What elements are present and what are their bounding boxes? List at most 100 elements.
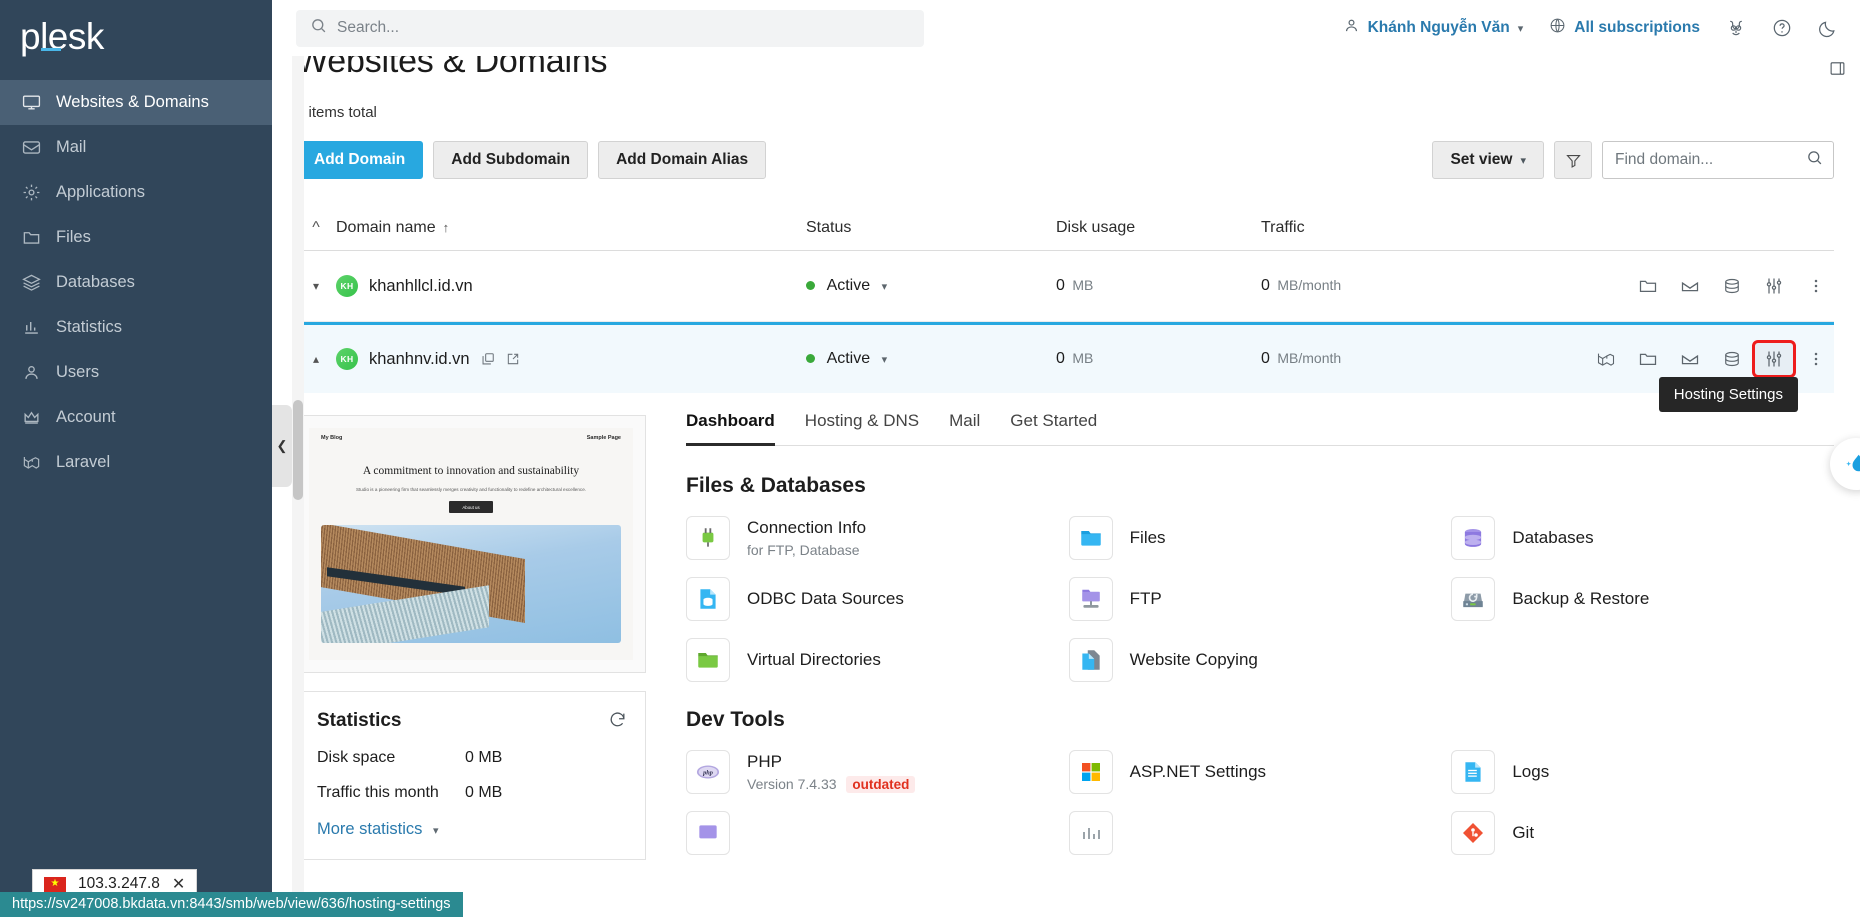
website-preview-thumbnail[interactable]: My Blog Sample Page A commitment to inno…: [296, 415, 646, 673]
more-statistics-link[interactable]: More statistics ▾: [317, 820, 625, 839]
sliders-icon[interactable]: [1764, 276, 1784, 296]
stat-row-traffic: Traffic this month 0 MB: [317, 784, 625, 802]
open-external-icon[interactable]: [506, 352, 520, 366]
add-domain-alias-button[interactable]: Add Domain Alias: [598, 141, 767, 179]
tab-mail[interactable]: Mail: [949, 411, 980, 446]
add-domain-button[interactable]: Add Domain: [296, 141, 424, 179]
set-view-button[interactable]: Set view ▾: [1432, 141, 1544, 179]
kebab-icon[interactable]: [1806, 349, 1826, 369]
sidebar-item-laravel[interactable]: Laravel: [0, 440, 272, 485]
tab-dashboard[interactable]: Dashboard: [686, 411, 775, 446]
column-header-traffic[interactable]: Traffic: [1261, 219, 1511, 237]
sidebar-item-websites-domains[interactable]: Websites & Domains: [0, 80, 272, 125]
global-search-placeholder: Search...: [337, 19, 400, 36]
add-subdomain-button[interactable]: Add Subdomain: [433, 141, 589, 179]
global-search-input[interactable]: Search...: [296, 9, 924, 47]
table-row[interactable]: ▾ KH khanhllcl.id.vn Active ▾ 0 MB 0 MB/…: [296, 251, 1834, 322]
moon-icon[interactable]: [1818, 18, 1838, 38]
column-header-disk-usage[interactable]: Disk usage: [1056, 219, 1261, 237]
status-chevron-down-icon[interactable]: ▾: [882, 354, 888, 366]
tile-virtual-directories[interactable]: Virtual Directories: [686, 638, 1069, 682]
envelope-icon[interactable]: [1680, 276, 1700, 296]
monitor-icon: [22, 93, 56, 112]
status-cell: Active ▾: [806, 277, 1056, 295]
envelope-icon[interactable]: [1680, 349, 1700, 369]
sidebar-item-account[interactable]: Account: [0, 395, 272, 440]
tile-placeholder-chart[interactable]: [1068, 811, 1452, 855]
table-row[interactable]: ▴ KH khanhnv.id.vn Active ▾ 0 MB 0 MB/mo…: [296, 322, 1834, 412]
tile-website-copying[interactable]: Website Copying: [1068, 638, 1452, 682]
placeholder-purple-icon: [686, 811, 730, 855]
tile-backup-restore[interactable]: Backup & Restore: [1451, 577, 1834, 621]
domain-tabs: Dashboard Hosting & DNS Mail Get Started: [686, 411, 1834, 446]
column-header-domain[interactable]: Domain name ↑: [336, 219, 806, 237]
user-icon: [22, 363, 56, 382]
sidebar-item-label: Statistics: [56, 318, 123, 336]
preview-heading: A commitment to innovation and sustainab…: [362, 465, 580, 477]
database-icon[interactable]: [1722, 276, 1742, 296]
tile-label: Databases: [1512, 527, 1594, 547]
sidebar-item-label: Mail: [56, 138, 87, 156]
domains-toolbar: Add Domain Add Subdomain Add Domain Alia…: [296, 141, 1860, 179]
folder-icon[interactable]: [1638, 276, 1658, 296]
tile-logs[interactable]: Logs: [1451, 750, 1834, 794]
sidebar-item-applications[interactable]: Applications: [0, 170, 272, 215]
page-scrollbar-thumb[interactable]: [293, 400, 303, 500]
logo-wrap[interactable]: plesk: [0, 0, 272, 72]
sidebar-item-databases[interactable]: Databases: [0, 260, 272, 305]
panel-layout-icon[interactable]: [1829, 60, 1846, 82]
tile-ftp[interactable]: FTP: [1068, 577, 1452, 621]
statistics-title: Statistics: [317, 710, 402, 731]
chevron-down-icon: ▾: [433, 825, 439, 837]
hosting-settings-icon[interactable]: [1752, 340, 1796, 378]
sidebar-item-files[interactable]: Files: [0, 215, 272, 260]
tab-hosting-dns[interactable]: Hosting & DNS: [805, 411, 919, 446]
close-icon[interactable]: ✕: [172, 874, 185, 894]
search-icon: [310, 17, 327, 39]
column-header-domain-label: Domain name: [336, 218, 436, 236]
sidebar-item-label: Files: [56, 228, 91, 246]
tile-databases[interactable]: Databases: [1451, 516, 1834, 560]
tile-text: ODBC Data Sources: [747, 589, 904, 609]
filter-button[interactable]: [1554, 141, 1592, 179]
tile-git[interactable]: Git: [1451, 811, 1834, 855]
tile-php[interactable]: php PHP Version 7.4.33 outdated: [686, 750, 1069, 794]
tile-text: Website Copying: [1130, 650, 1258, 670]
refresh-icon[interactable]: [608, 710, 627, 734]
tab-get-started[interactable]: Get Started: [1010, 411, 1097, 446]
domain-name-link[interactable]: khanhllcl.id.vn: [369, 277, 473, 296]
find-domain-input[interactable]: Find domain...: [1602, 141, 1834, 179]
domain-name-link[interactable]: khanhnv.id.vn: [369, 350, 470, 369]
laravel-icon[interactable]: [1596, 349, 1616, 369]
sidebar-collapse-handle[interactable]: ❮: [272, 405, 292, 487]
user-menu[interactable]: Khánh Nguyễn Văn ▾: [1343, 17, 1523, 39]
column-header-status[interactable]: Status: [806, 219, 1056, 237]
gear-icon: [22, 183, 56, 202]
tile-label: Logs: [1512, 761, 1550, 781]
aspnet-icon: [1068, 750, 1113, 794]
status-chevron-down-icon[interactable]: ▾: [882, 281, 888, 293]
copy-icon[interactable]: [481, 352, 495, 366]
database-icon: [22, 273, 56, 292]
sidebar-item-statistics[interactable]: Statistics: [0, 305, 272, 350]
all-subscriptions-link[interactable]: All subscriptions: [1549, 17, 1700, 39]
preview-site-nav-link: Sample Page: [586, 435, 621, 441]
sidebar-item-mail[interactable]: Mail: [0, 125, 272, 170]
owl-icon[interactable]: [1726, 18, 1746, 38]
tile-aspnet-settings[interactable]: ASP.NET Settings: [1068, 750, 1452, 794]
database-icon[interactable]: [1722, 349, 1742, 369]
traffic-cell: 0 MB/month: [1261, 277, 1511, 295]
tile-connection-info[interactable]: Connection Info for FTP, Database: [686, 516, 1069, 560]
dev-tools-grid: php PHP Version 7.4.33 outdated ASP.NET …: [686, 750, 1834, 855]
tile-odbc-data-sources[interactable]: ODBC Data Sources: [686, 577, 1069, 621]
disk-usage-cell: 0 MB: [1056, 277, 1261, 295]
top-bar: Search... Khánh Nguyễn Văn ▾ All subscri…: [272, 0, 1860, 56]
folder-icon[interactable]: [1638, 349, 1658, 369]
sidebar-item-users[interactable]: Users: [0, 350, 272, 395]
tile-files[interactable]: Files: [1068, 516, 1452, 560]
tile-placeholder-purple[interactable]: [686, 811, 1069, 855]
kebab-icon[interactable]: [1806, 276, 1826, 296]
stat-label: Traffic this month: [317, 784, 439, 801]
help-icon[interactable]: [1772, 18, 1792, 38]
tile-label: Files: [1129, 527, 1166, 547]
